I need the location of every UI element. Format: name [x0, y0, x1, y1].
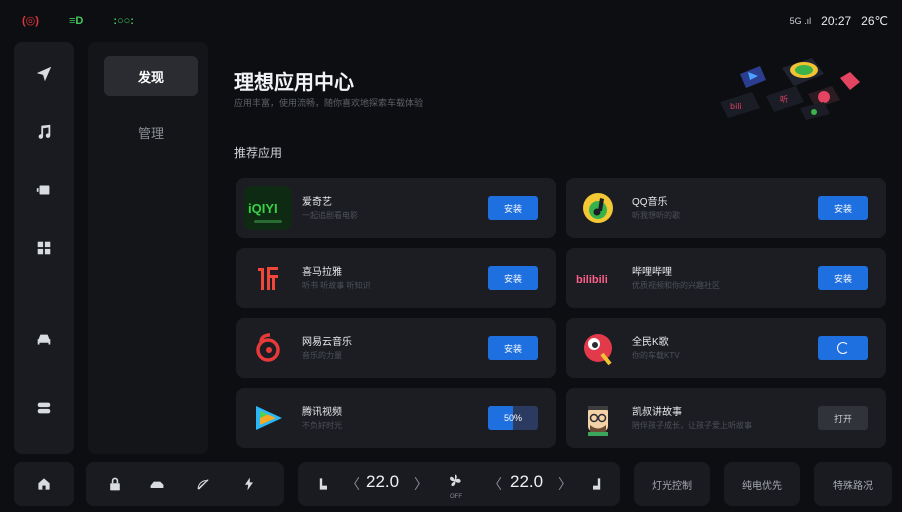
app-name: QQ音乐 — [632, 197, 668, 208]
bilibili-icon: bilibili — [574, 256, 622, 300]
app-card-bilibili[interactable]: bilibili 哔哩哔哩 优质视频和你的兴趣社区 安装 — [566, 248, 886, 308]
status-bar: (◎) ≡D :○○: 5G .ıl 20:27 26℃ — [0, 0, 902, 40]
temp-left-decrease[interactable]: 〈 — [346, 474, 360, 494]
music-icon[interactable] — [14, 112, 74, 152]
left-rail — [14, 42, 74, 454]
app-card-kge[interactable]: 全民K歌 你的车载KTV — [566, 318, 886, 378]
ev-priority-button[interactable]: 纯电优先 — [724, 462, 800, 506]
seat-heat-right-icon[interactable] — [588, 475, 606, 493]
temp-right-increase[interactable]: 〉 — [558, 474, 572, 494]
video-icon[interactable] — [14, 170, 74, 210]
subnav-manage[interactable]: 管理 — [104, 112, 198, 152]
qq-music-icon — [574, 186, 622, 230]
app-card-netease-music[interactable]: 网易云音乐 音乐的力量 安装 — [236, 318, 556, 378]
app-card-iqiyi[interactable]: iQIYI 爱奇艺 一起追剧看电影 安装 — [236, 178, 556, 238]
app-description: 陪伴孩子成长，让孩子爱上听故事 — [632, 421, 752, 430]
svg-text:bili: bili — [730, 102, 742, 111]
network-indicator: 5G .ıl — [789, 16, 812, 26]
temp-left-increase[interactable]: 〉 — [414, 474, 428, 494]
outside-temperature: 26℃ — [861, 14, 888, 28]
temp-right: 22.0 — [510, 472, 544, 491]
bottom-bar: 〈 22.0 〉 OFF 〈 22.0 〉 灯光控制 纯电优先 特殊路况 — [14, 462, 892, 506]
home-button[interactable] — [14, 462, 74, 506]
ximalaya-icon — [244, 256, 292, 300]
home-icon — [38, 478, 50, 490]
app-description: 音乐的力量 — [302, 351, 342, 360]
page-subtitle: 应用丰富，使用流畅，随你喜欢地探索车载体验 — [234, 98, 424, 108]
seat-heat-left-icon[interactable] — [314, 475, 332, 493]
app-description: 听书 听故事 听知识 — [302, 281, 371, 290]
kge-icon — [574, 326, 622, 370]
install-button[interactable]: 安装 — [488, 266, 538, 290]
special-road-button[interactable]: 特殊路况 — [814, 462, 892, 506]
install-button[interactable]: 安装 — [818, 196, 868, 220]
loading-spinner-icon — [837, 342, 849, 354]
app-name: 全民K歌 — [632, 337, 669, 348]
charging-icon[interactable] — [240, 475, 258, 493]
install-button[interactable]: 安装 — [818, 266, 868, 290]
app-description: 听我想听的歌 — [632, 211, 680, 220]
navigation-icon[interactable] — [14, 54, 74, 94]
sub-navigation: 发现 管理 — [88, 42, 208, 454]
apps-icon[interactable] — [14, 228, 74, 268]
position-light-icon: :○○: — [113, 14, 134, 27]
tencent-video-icon — [244, 396, 292, 440]
hazard-icon: (◎) — [22, 15, 39, 27]
app-name: 爱奇艺 — [302, 197, 332, 208]
clock: 20:27 — [821, 14, 852, 28]
kaishu-icon — [574, 396, 622, 440]
app-center-illustration: bili 听 — [720, 58, 860, 120]
svg-text:iQIYI: iQIYI — [248, 201, 278, 216]
app-description: 不负好时光 — [302, 421, 342, 430]
app-name: 网易云音乐 — [302, 337, 352, 348]
install-button[interactable]: 安装 — [488, 336, 538, 360]
svg-text:bilibili: bilibili — [576, 274, 608, 286]
app-description: 优质视频和你的兴趣社区 — [632, 281, 720, 290]
section-title: 推荐应用 — [234, 146, 283, 160]
app-card-qq-music[interactable]: QQ音乐 听我想听的歌 安装 — [566, 178, 886, 238]
car-icon[interactable] — [14, 320, 74, 360]
app-card-kaishu[interactable]: 凯叔讲故事 陪伴孩子成长，让孩子爱上听故事 打开 — [566, 388, 886, 448]
wiper-icon[interactable] — [194, 475, 212, 493]
app-name: 腾讯视频 — [302, 407, 342, 418]
svg-text:听: 听 — [780, 95, 788, 104]
temp-right-decrease[interactable]: 〈 — [488, 474, 502, 494]
lock-icon[interactable] — [106, 475, 124, 493]
temp-left: 22.0 — [366, 472, 400, 491]
subnav-discover[interactable]: 发现 — [104, 56, 198, 96]
download-progress-button[interactable]: 50% — [488, 406, 538, 430]
netease-music-icon — [244, 326, 292, 370]
open-button[interactable]: 打开 — [818, 406, 868, 430]
app-description: 你的车载KTV — [632, 351, 680, 360]
fan-off-label: OFF — [450, 494, 462, 500]
settings-toggle-icon[interactable] — [14, 388, 74, 428]
page-title: 理想应用中心 — [234, 72, 354, 94]
app-description: 一起追剧看电影 — [302, 211, 358, 220]
app-card-tencent-video[interactable]: 腾讯视频 不负好时光 50% — [236, 388, 556, 448]
vehicle-controls — [86, 462, 284, 506]
install-button[interactable]: 安装 — [488, 196, 538, 220]
app-name: 凯叔讲故事 — [632, 407, 682, 418]
progress-label: 50% — [503, 413, 522, 423]
app-name: 哔哩哔哩 — [632, 267, 672, 278]
app-name: 喜马拉雅 — [302, 267, 342, 278]
loading-button[interactable] — [818, 336, 868, 360]
app-card-ximalaya[interactable]: 喜马拉雅 听书 听故事 听知识 安装 — [236, 248, 556, 308]
climate-controls: 〈 22.0 〉 OFF 〈 22.0 〉 — [298, 462, 620, 506]
low-beam-icon: ≡D — [68, 14, 84, 27]
fan-icon[interactable] — [446, 472, 464, 490]
rear-trunk-icon[interactable] — [148, 475, 166, 493]
light-control-button[interactable]: 灯光控制 — [634, 462, 710, 506]
iqiyi-icon: iQIYI — [244, 186, 292, 230]
